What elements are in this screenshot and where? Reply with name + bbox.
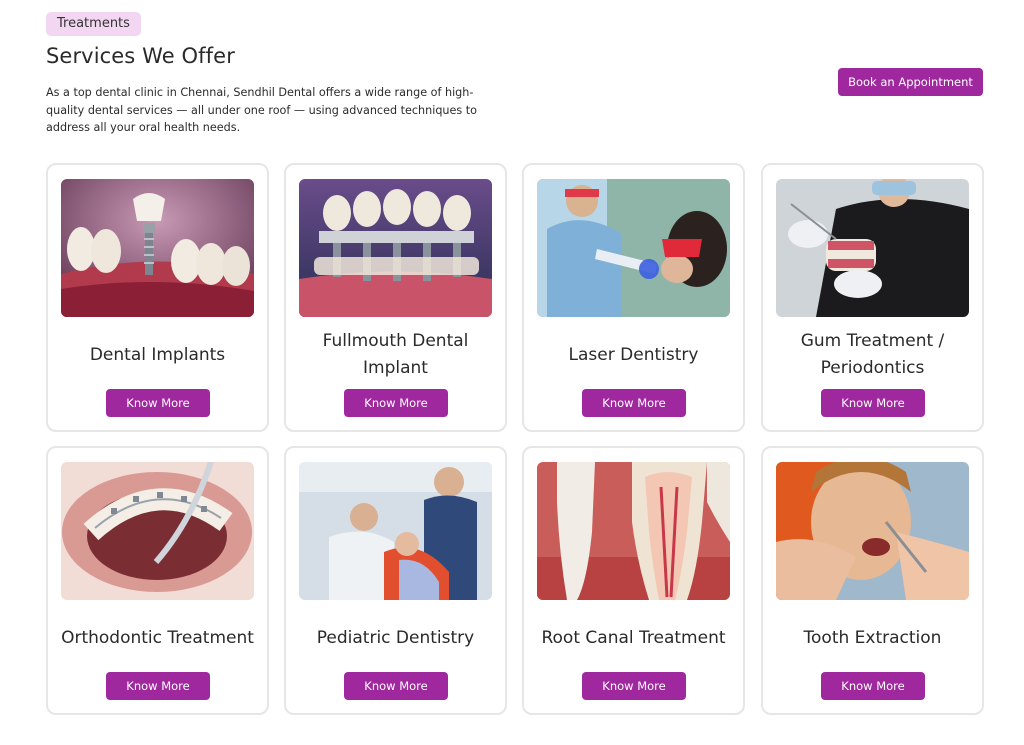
service-name: Orthodontic Treatment (61, 627, 254, 648)
section-intro: As a top dental clinic in Chennai, Sendh… (46, 86, 478, 134)
know-more-button[interactable]: Know More (344, 672, 448, 700)
service-name: Dental Implants (89, 344, 226, 365)
service-card-gum-treatment: Gum Treatment / Periodontics Know More (761, 163, 984, 432)
root-canal-image (537, 462, 730, 600)
service-card-tooth-extraction: Tooth Extraction Know More (761, 446, 984, 715)
know-more-button[interactable]: Know More (821, 672, 925, 700)
dental-implant-image (61, 179, 254, 317)
service-card-laser-dentistry: Laser Dentistry Know More (522, 163, 745, 432)
know-more-button[interactable]: Know More (821, 389, 925, 417)
orthodontic-image (61, 462, 254, 600)
service-name: Gum Treatment / Periodontics (800, 331, 945, 378)
service-name: Tooth Extraction (803, 627, 942, 648)
service-name: Root Canal Treatment (541, 627, 726, 648)
gum-treatment-image (776, 179, 969, 317)
know-more-button[interactable]: Know More (582, 672, 686, 700)
book-appointment-button[interactable]: Book an Appointment (838, 68, 983, 96)
services-grid: Dental Implants Know More Fullmouth Dent… (46, 163, 985, 715)
pediatric-dentistry-image (299, 462, 492, 600)
service-card-root-canal: Root Canal Treatment Know More (522, 446, 745, 715)
section-title: Services We Offer (46, 44, 235, 68)
service-card-orthodontic: Orthodontic Treatment Know More (46, 446, 269, 715)
service-name: Pediatric Dentistry (316, 627, 475, 648)
know-more-button[interactable]: Know More (582, 389, 686, 417)
know-more-button[interactable]: Know More (344, 389, 448, 417)
service-card-fullmouth-implant: Fullmouth Dental Implant Know More (284, 163, 507, 432)
laser-dentistry-image (537, 179, 730, 317)
know-more-button[interactable]: Know More (106, 389, 210, 417)
fullmouth-implant-image (299, 179, 492, 317)
know-more-button[interactable]: Know More (106, 672, 210, 700)
service-name: Laser Dentistry (568, 344, 699, 365)
service-card-pediatric: Pediatric Dentistry Know More (284, 446, 507, 715)
service-card-dental-implants: Dental Implants Know More (46, 163, 269, 432)
section-badge: Treatments (46, 12, 141, 36)
service-name: Fullmouth Dental Implant (322, 331, 469, 378)
tooth-extraction-image (776, 462, 969, 600)
